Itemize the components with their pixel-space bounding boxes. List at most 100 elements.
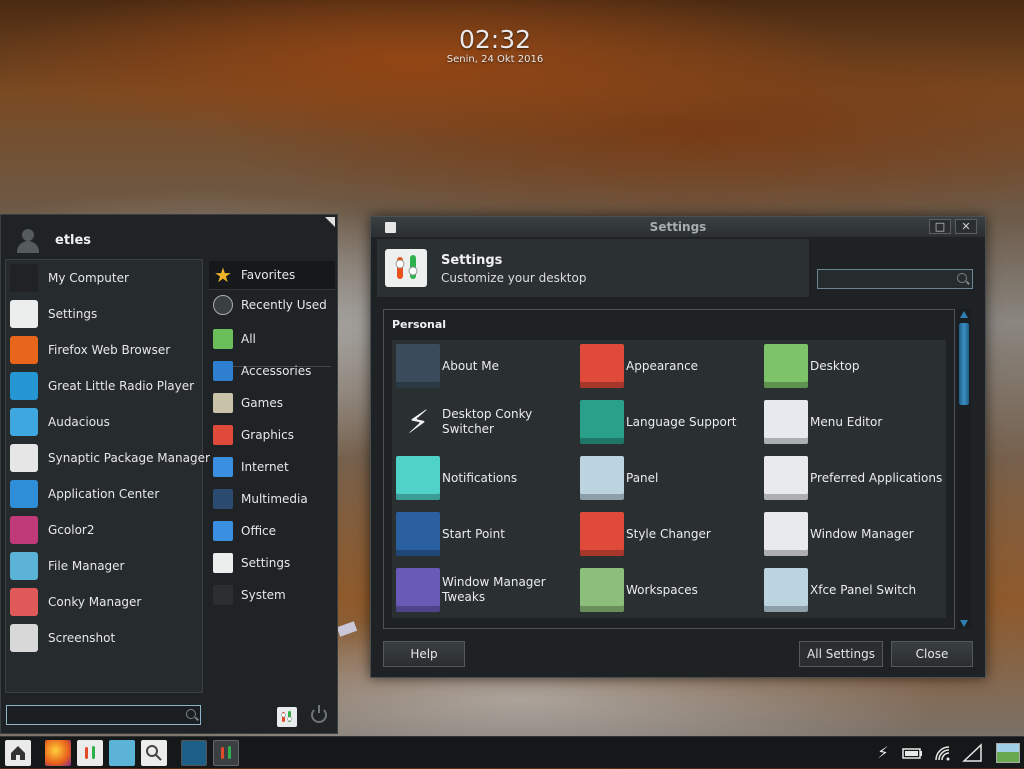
desktop-icon[interactable] xyxy=(996,743,1020,763)
settings-item[interactable]: Start Point xyxy=(396,508,576,560)
favorite-item[interactable]: Conky Manager xyxy=(10,586,200,618)
settings-item[interactable]: Panel xyxy=(580,452,760,504)
flag-icon xyxy=(580,400,624,444)
favorite-item[interactable]: Audacious xyxy=(10,406,200,438)
settings-item[interactable]: Window Manager Tweaks xyxy=(396,564,576,616)
settings-item[interactable]: Style Changer xyxy=(580,508,760,560)
category-item[interactable]: Graphics xyxy=(209,421,335,449)
favorite-item[interactable]: My Computer xyxy=(10,262,200,294)
resize-corner-icon[interactable] xyxy=(325,217,335,227)
search-app-icon[interactable] xyxy=(141,740,167,766)
favorite-item[interactable]: Firefox Web Browser xyxy=(10,334,200,366)
favorites-list: My Computer Settings Firefox Web Browser Gr… xyxy=(5,259,210,693)
help-button[interactable]: Help xyxy=(383,641,465,667)
settings-item-label: Preferred Applications xyxy=(810,470,943,485)
settings-search-input[interactable] xyxy=(817,269,973,289)
settings-item[interactable]: Window Manager xyxy=(764,508,944,560)
settings-item[interactable]: Xfce Panel Switch xyxy=(764,564,944,616)
settings-item[interactable]: Menu Editor xyxy=(764,396,944,448)
panel-icon xyxy=(580,456,624,500)
scroll-down-icon[interactable] xyxy=(960,620,968,627)
category-item[interactable]: System xyxy=(209,581,335,609)
signal-icon[interactable] xyxy=(962,743,984,763)
settings-item-label-line: Window Manager xyxy=(442,575,546,589)
avatar xyxy=(15,227,41,253)
scroll-thumb[interactable] xyxy=(959,323,969,405)
clock-icon xyxy=(213,295,233,315)
settings-task-icon[interactable] xyxy=(213,740,239,766)
scrollbar[interactable] xyxy=(957,309,971,629)
favorite-item[interactable]: Screenshot xyxy=(10,622,200,654)
category-label: Accessories xyxy=(241,364,312,378)
firefox-icon[interactable] xyxy=(45,740,71,766)
settings-icon[interactable] xyxy=(77,740,103,766)
section-title: Personal xyxy=(392,318,447,331)
favorite-label: Audacious xyxy=(48,415,110,429)
window-titlebar[interactable]: Settings □ ✕ xyxy=(371,217,985,237)
settings-item[interactable]: Desktop xyxy=(764,340,944,392)
wifi-icon[interactable] xyxy=(932,743,954,763)
header-subtitle: Customize your desktop xyxy=(441,271,587,285)
maximize-button[interactable]: □ xyxy=(929,219,951,234)
settings-window: Settings □ ✕ Settings Customize your des… xyxy=(370,216,986,678)
favorite-item[interactable]: File Manager xyxy=(10,550,200,582)
conky-icon xyxy=(10,588,38,616)
user-icon xyxy=(396,344,440,388)
category-item[interactable]: ★ Favorites xyxy=(209,261,335,290)
category-label: Multimedia xyxy=(241,492,308,506)
category-label: Games xyxy=(241,396,283,410)
settings-item-label: Start Point xyxy=(442,526,505,541)
close-window-button[interactable]: ✕ xyxy=(955,219,977,234)
settings-item[interactable]: About Me xyxy=(396,340,576,392)
clock-date: Senin, 24 Okt 2016 xyxy=(446,54,544,65)
category-label: Settings xyxy=(241,556,291,570)
category-item[interactable]: Recently Used xyxy=(209,291,335,319)
favorite-item[interactable]: Application Center xyxy=(10,478,200,510)
appearance-icon xyxy=(580,344,624,388)
desktop-icon xyxy=(764,344,808,388)
settings-item-label: Desktop xyxy=(810,358,860,373)
category-item[interactable]: Internet xyxy=(209,453,335,481)
all-settings-button[interactable]: All Settings xyxy=(799,641,883,667)
scroll-up-icon[interactable] xyxy=(960,311,968,318)
taskbar: ⚡ xyxy=(0,736,1024,768)
favorite-item[interactable]: Great Little Radio Player xyxy=(10,370,200,402)
category-item[interactable]: Office xyxy=(209,517,335,545)
category-item[interactable]: All xyxy=(209,325,335,353)
radio-task-icon[interactable] xyxy=(181,740,207,766)
favorite-item[interactable]: Gcolor2 xyxy=(10,514,200,546)
menu-settings-button[interactable] xyxy=(277,707,297,727)
lightning-icon[interactable]: ⚡ xyxy=(872,743,894,763)
favorite-item[interactable]: Synaptic Package Manager xyxy=(10,442,210,474)
home-icon[interactable] xyxy=(5,740,31,766)
category-label: Internet xyxy=(241,460,289,474)
settings-item[interactable]: Appearance xyxy=(580,340,760,392)
category-item[interactable]: Accessories xyxy=(209,357,335,385)
window-manager-icon xyxy=(764,512,808,556)
settings-header: Settings Customize your desktop xyxy=(377,239,809,297)
settings-item-label: Xfce Panel Switch xyxy=(810,582,917,597)
file-manager-icon[interactable] xyxy=(109,740,135,766)
category-label: Graphics xyxy=(241,428,294,442)
workspaces-icon xyxy=(580,568,624,612)
camera-icon xyxy=(10,624,38,652)
favorite-label: Great Little Radio Player xyxy=(48,379,195,393)
preferred-apps-icon xyxy=(764,456,808,500)
category-item[interactable]: Settings xyxy=(209,549,335,577)
settings-item-label: Appearance xyxy=(626,358,699,373)
settings-item[interactable]: Language Support xyxy=(580,396,760,448)
settings-item[interactable]: Notifications xyxy=(396,452,576,504)
category-item[interactable]: Multimedia xyxy=(209,485,335,513)
settings-item[interactable]: ⚡ Desktop Conky Switcher xyxy=(396,396,576,448)
category-item[interactable]: Games xyxy=(209,389,335,417)
user-header: etles xyxy=(15,225,91,255)
menu-search-input[interactable] xyxy=(6,705,201,725)
close-button[interactable]: Close xyxy=(891,641,973,667)
settings-item[interactable]: Preferred Applications xyxy=(764,452,944,504)
favorite-item[interactable]: Settings xyxy=(10,298,200,330)
settings-item[interactable]: Workspaces xyxy=(580,564,760,616)
battery-icon[interactable] xyxy=(902,743,924,763)
power-button[interactable] xyxy=(311,705,327,723)
settings-item-label: Desktop Conky Switcher xyxy=(442,407,533,436)
favorite-label: Conky Manager xyxy=(48,595,142,609)
